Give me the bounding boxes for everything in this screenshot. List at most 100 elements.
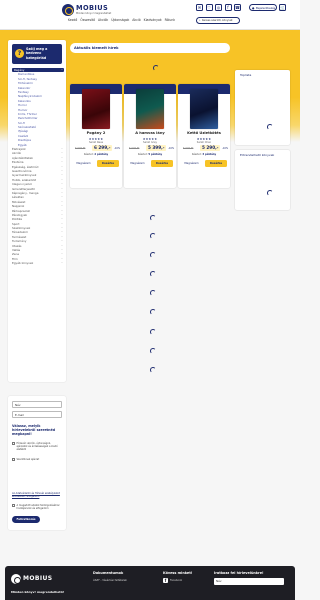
loading-spinner bbox=[150, 215, 156, 221]
consent-label: A megadott adatok feldolgozásához hozzáj… bbox=[16, 504, 60, 510]
category-label: Krimi, Thriller bbox=[18, 111, 37, 116]
book-price: 5 290,- bbox=[200, 145, 221, 151]
old-price: 6 990 Ft bbox=[75, 147, 86, 150]
book-title[interactable]: A hamvas lány bbox=[126, 131, 174, 135]
discount-badge: -10% bbox=[222, 147, 229, 150]
footer-tagline: Minden könyv! megrendelhető! bbox=[11, 590, 65, 594]
old-price: 5 990 Ft bbox=[129, 147, 140, 150]
email-field[interactable]: E-mail bbox=[12, 411, 62, 418]
heart-icon[interactable]: ♡ bbox=[205, 4, 213, 11]
footer-newsletter-title: Iratkozz fel hírlevelünkre! bbox=[214, 571, 264, 575]
header-icons: ✉ ♡ ◎ f ☎ bbox=[196, 4, 241, 11]
category-label: Képregény, manga bbox=[12, 190, 39, 195]
category-label: Kalandor bbox=[18, 85, 31, 90]
category-label: Idegen nyelvű bbox=[12, 182, 32, 187]
preorder-card: Előrendelhető könyvek bbox=[235, 150, 290, 210]
footer-email-field[interactable]: Név bbox=[214, 578, 284, 585]
nav-link[interactable]: Összesítő bbox=[80, 18, 95, 22]
book-author[interactable]: Sarah Chen bbox=[180, 141, 228, 144]
book-price: 5 399,- bbox=[146, 145, 167, 151]
footer-terms-link[interactable]: ÁSZF - Vásárlási feltételek bbox=[93, 579, 127, 582]
old-price: 5 990 Ft bbox=[183, 147, 194, 150]
footer-social-title: Kövess minket! bbox=[163, 571, 193, 575]
book-cover[interactable] bbox=[190, 89, 218, 129]
loading-spinner bbox=[150, 252, 156, 258]
question-icon: ? bbox=[15, 49, 24, 58]
chevron-down-icon: ⌄ bbox=[60, 261, 63, 265]
loading-spinner bbox=[153, 65, 159, 71]
facebook-icon[interactable]: f bbox=[224, 4, 232, 11]
category-label: Művészet bbox=[12, 199, 26, 204]
availability: Készlet: 2 példány bbox=[72, 153, 120, 156]
category-item[interactable]: Egyéb könyvek ⌄ bbox=[12, 261, 64, 265]
loading-spinner bbox=[150, 233, 156, 239]
category-label: Sci-fi, fantasy bbox=[18, 76, 38, 81]
category-label: Sport bbox=[12, 221, 20, 226]
view-button[interactable]: Megnézem bbox=[73, 160, 94, 167]
checkbox[interactable] bbox=[12, 442, 15, 446]
book-title[interactable]: Pogány 2 bbox=[72, 131, 120, 135]
mail-icon[interactable]: ✉ bbox=[196, 4, 203, 11]
availability-label: Készlet: bbox=[83, 153, 94, 156]
nav-link[interactable]: Újdonságok bbox=[111, 18, 129, 22]
footer-logo-icon bbox=[11, 574, 21, 584]
checkbox[interactable] bbox=[12, 504, 15, 508]
nav-link[interactable]: Kezdő bbox=[68, 18, 77, 22]
name-field[interactable]: Név bbox=[12, 401, 62, 408]
book-author[interactable]: Sarah Grey bbox=[126, 141, 174, 144]
subscribe-button[interactable]: Feliratkozás bbox=[12, 516, 40, 523]
facebook-icon[interactable]: f bbox=[163, 578, 168, 583]
category-label: Egyéb könyvek bbox=[12, 261, 34, 266]
logo[interactable]: MOBIUS Minden könyv! megrendelhet bbox=[62, 4, 114, 16]
loading-spinner bbox=[267, 190, 273, 196]
newsletter-option[interactable]: Hírlevél: akciók, újdonságok, ajánlatok … bbox=[12, 442, 62, 451]
availability-label: Készlet: bbox=[191, 153, 202, 156]
book-author[interactable]: Sarah Rees bbox=[72, 141, 120, 144]
category-label: Disztópia bbox=[18, 138, 31, 143]
category-label: Ifjúsági bbox=[18, 129, 29, 134]
category-label: Szakkönyvek bbox=[12, 226, 31, 231]
category-label: Természet bbox=[12, 234, 27, 239]
book-cover[interactable] bbox=[82, 89, 110, 129]
category-label: Romantikus bbox=[18, 72, 35, 77]
book-price: 6 299,- bbox=[92, 145, 113, 151]
loading-spinner bbox=[150, 348, 156, 354]
category-label: Párkapcsolat bbox=[12, 208, 30, 213]
availability-value: 5 példány bbox=[148, 153, 163, 156]
account-button[interactable]: ● Bejelentkezés bbox=[249, 4, 277, 11]
nav-link[interactable]: Akciók bbox=[98, 18, 108, 22]
nav-link[interactable]: Akció bbox=[132, 18, 140, 22]
category-label: Film bbox=[12, 256, 18, 261]
checkbox[interactable] bbox=[12, 458, 15, 462]
view-button[interactable]: Megnézem bbox=[127, 160, 148, 167]
cart-icon[interactable]: 🛒 bbox=[279, 4, 286, 11]
help-card[interactable]: ? Szólj meg a kedvenc kategóriád bbox=[12, 44, 62, 64]
availability: Készlet: 5 példány bbox=[126, 153, 174, 156]
nav-link[interactable]: Rólunk bbox=[165, 18, 175, 22]
preorder-label: Előrendelhető könyvek bbox=[240, 153, 275, 157]
toplist-card: Toplista bbox=[235, 70, 290, 145]
consent-row[interactable]: A megadott adatok feldolgozásához hozzáj… bbox=[12, 504, 62, 510]
loading-spinner bbox=[150, 271, 156, 277]
newsletter-option[interactable]: Szerzőknek ajánlat bbox=[12, 458, 62, 462]
phone-icon[interactable]: ☎ bbox=[234, 4, 241, 11]
book-title[interactable]: Kettő Üzletkötés bbox=[180, 131, 228, 135]
search-input[interactable]: ⌕ Keress szerzőt, könyvet bbox=[196, 16, 240, 24]
availability-value: 3 példány bbox=[202, 153, 217, 156]
view-button[interactable]: Megnézem bbox=[181, 160, 202, 167]
category-label: Ajándékötletek bbox=[12, 155, 33, 160]
add-to-cart-button[interactable]: Kosárba bbox=[97, 160, 119, 167]
category-label: Napjaink bbox=[12, 204, 25, 209]
loading-spinner bbox=[150, 290, 156, 296]
category-label: Humor bbox=[18, 107, 28, 112]
nav-link[interactable]: Kiadványok bbox=[144, 18, 162, 22]
book-cover[interactable] bbox=[136, 89, 164, 129]
site-header: MOBIUS Minden könyv! megrendelhet ✉ ♡ ◎ … bbox=[0, 0, 300, 30]
instagram-icon[interactable]: ◎ bbox=[215, 4, 222, 11]
footer-facebook-link[interactable]: Facebook bbox=[170, 579, 182, 582]
category-label: Ismeretterjesztő bbox=[12, 186, 35, 191]
policy-link[interactable]: Az Adatvédelmi és Hírlevél szabályzatot … bbox=[12, 492, 62, 498]
add-to-cart-button[interactable]: Kosárba bbox=[205, 160, 227, 167]
book-card: A hamvas lány ★★★★★ Sarah Grey 5 990 Ft 5 39… bbox=[124, 84, 176, 188]
add-to-cart-button[interactable]: Kosárba bbox=[151, 160, 173, 167]
